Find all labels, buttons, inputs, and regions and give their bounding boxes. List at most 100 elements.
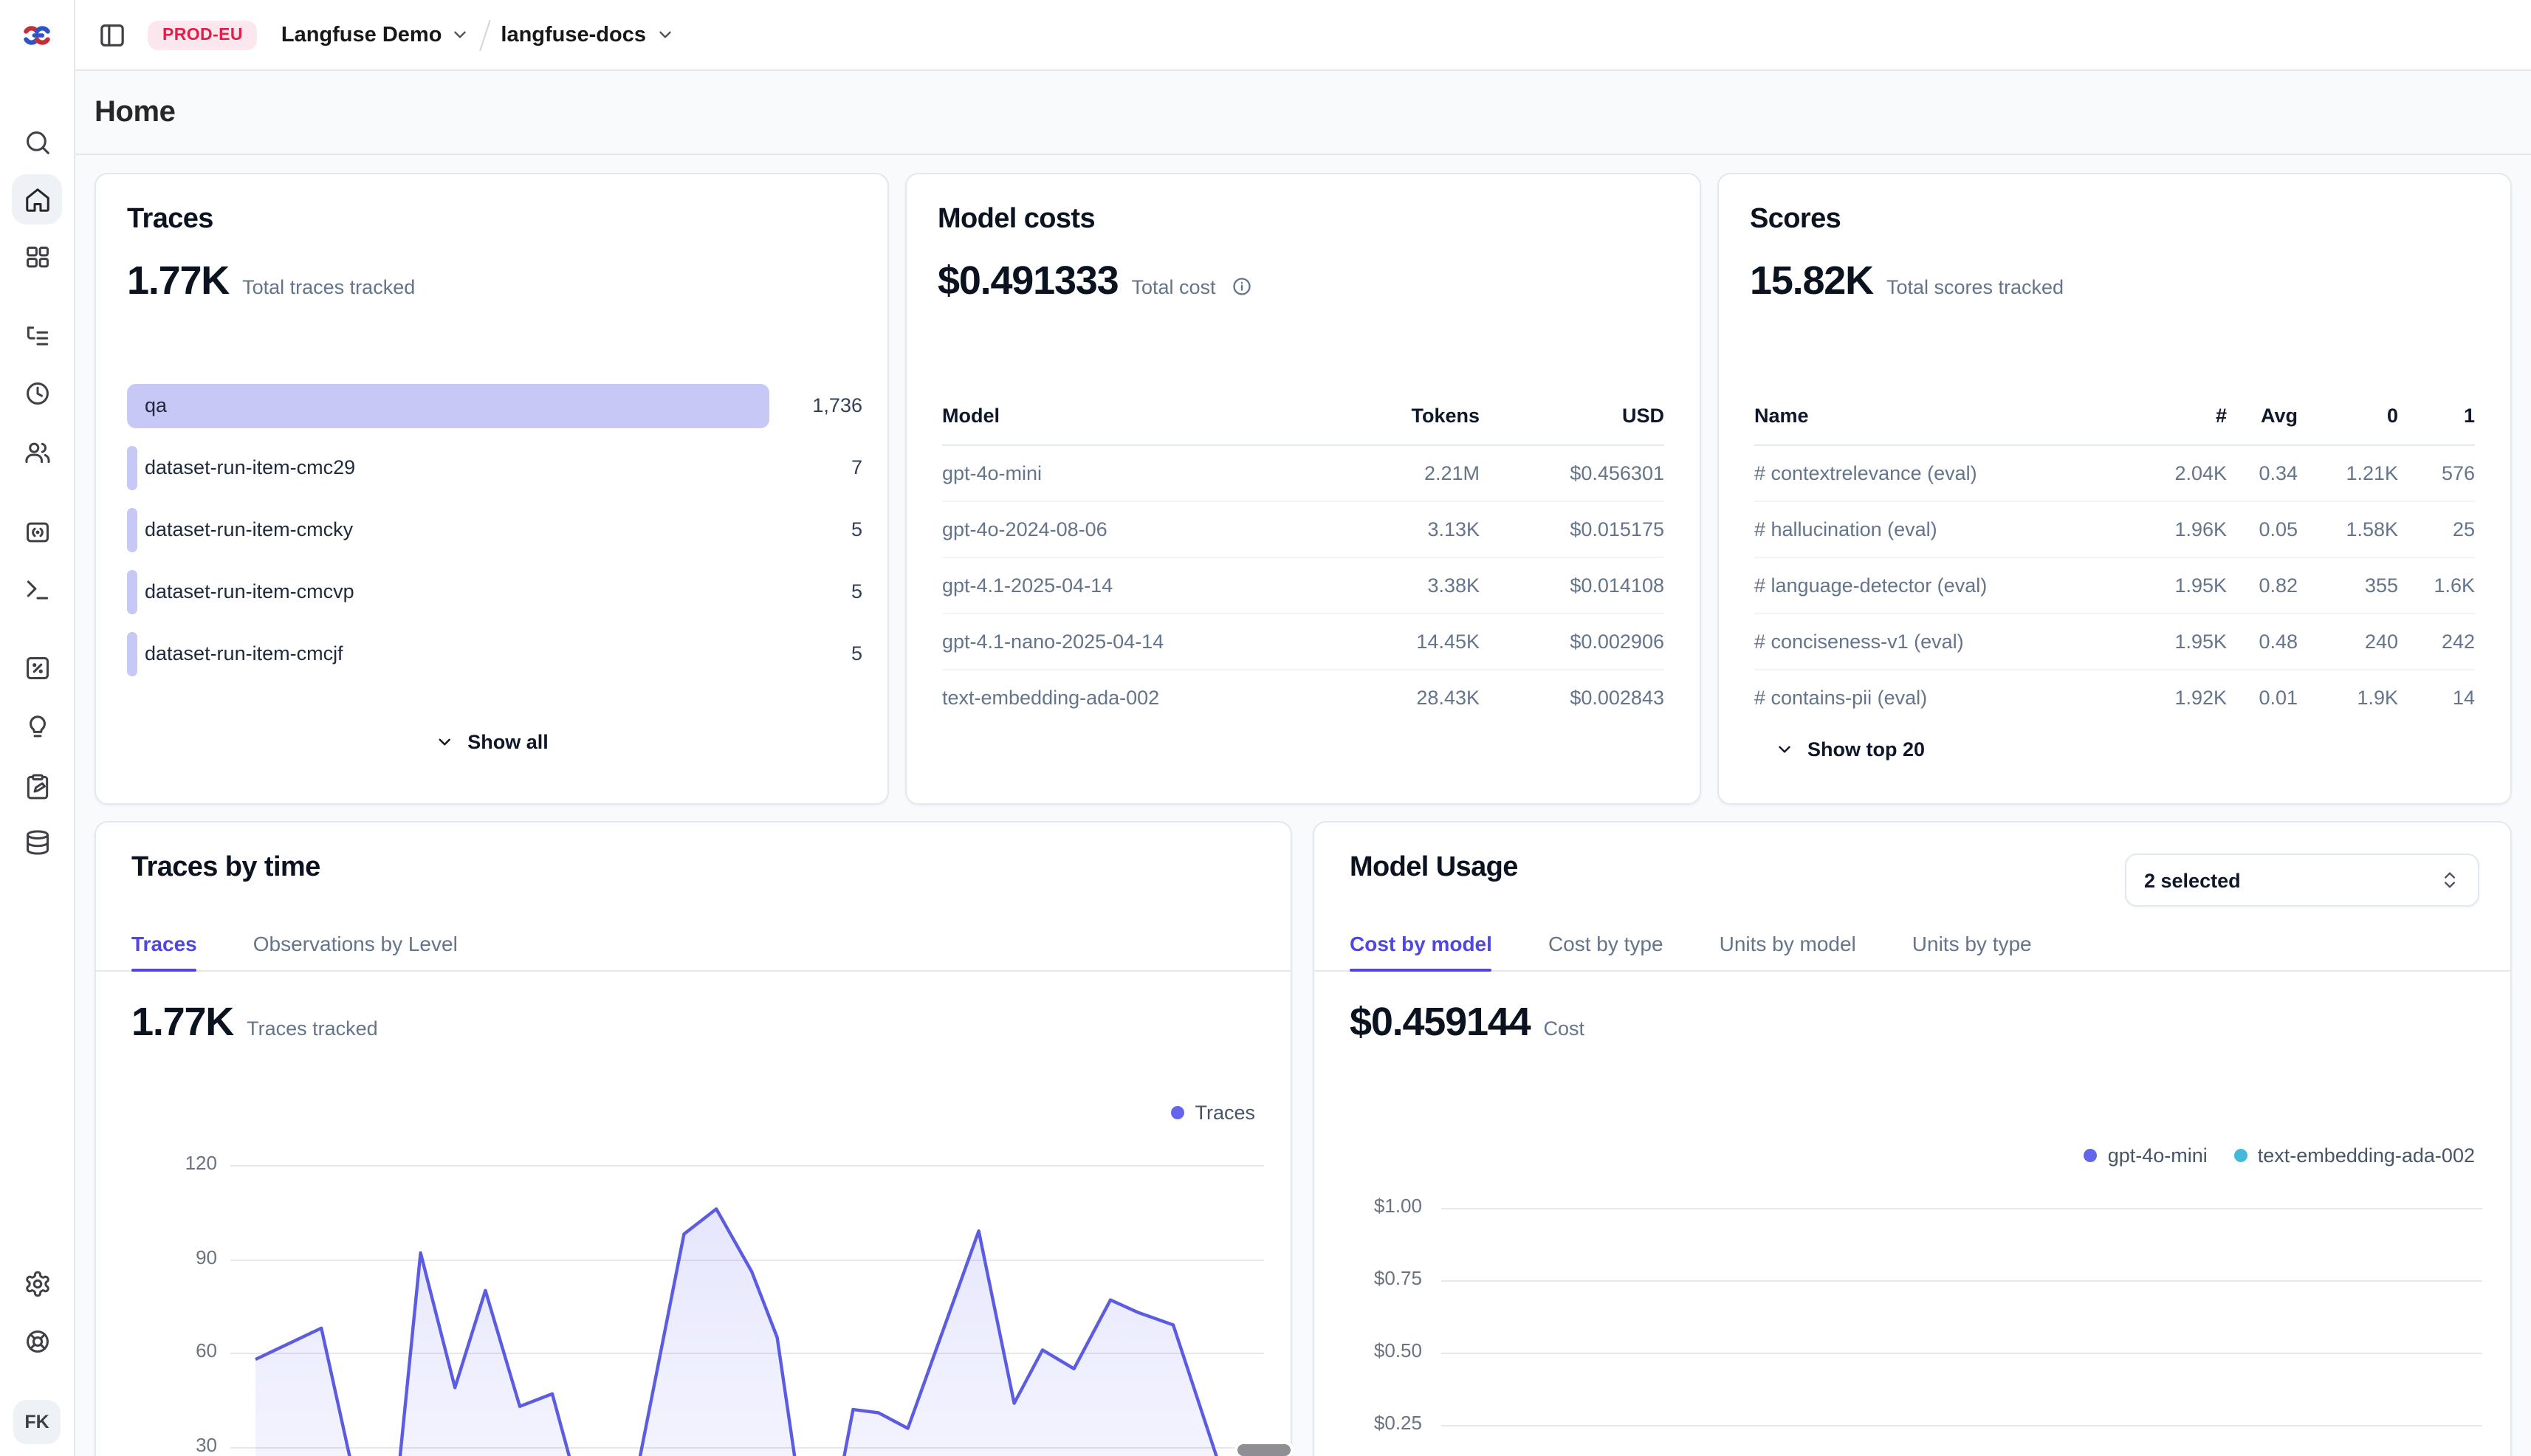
sidebar: FK — [0, 0, 75, 1456]
show-top-20-button[interactable]: Show top 20 — [1775, 738, 1925, 760]
list-item: dataset-run-item-cmcky 5 — [127, 508, 862, 552]
settings-gear-icon[interactable] — [0, 1258, 74, 1308]
cell-usd: $0.456301 — [1480, 462, 1664, 484]
organization-switcher[interactable]: Langfuse Demo — [281, 23, 470, 47]
sidebar-toggle-icon[interactable] — [97, 20, 127, 49]
cell-name: # conciseness-v1 (eval) — [1754, 631, 2138, 653]
y-tick: 60 — [126, 1339, 217, 1361]
cell-avg: 0.34 — [2227, 462, 2298, 484]
model-usage-title: Model Usage — [1350, 852, 1518, 885]
list-item: dataset-run-item-cmcvp 5 — [127, 570, 862, 614]
table-row: # contains-pii (eval) 1.92K 0.01 1.9K 14 — [1754, 670, 2475, 725]
column-header: Model — [942, 405, 1310, 427]
table-row: text-embedding-ada-002 28.43K $0.002843 — [942, 670, 1664, 725]
legend-item: Traces — [1171, 1102, 1255, 1124]
cost-metric-value: $0.459144 — [1350, 1000, 1530, 1045]
show-all-button[interactable]: Show all — [435, 731, 549, 753]
list-item-label: dataset-run-item-cmc29 — [145, 446, 355, 490]
gridline — [1441, 1280, 2482, 1282]
list-item-value: 5 — [851, 570, 862, 614]
gridline — [1441, 1425, 2482, 1426]
evaluation-percent-icon[interactable] — [0, 642, 74, 693]
scrollbar-thumb[interactable] — [1234, 1441, 1294, 1456]
chevron-down-icon — [435, 732, 454, 752]
search-icon[interactable] — [0, 117, 74, 167]
column-header: USD — [1480, 405, 1664, 427]
table-row: # contextrelevance (eval) 2.04K 0.34 1.2… — [1754, 446, 2475, 502]
traces-list: qa 1,736 dataset-run-item-cmc29 7 datase… — [127, 384, 862, 694]
value-bar — [127, 570, 137, 614]
table-header: Name # Avg 0 1 — [1754, 405, 2475, 446]
traces-tracked-metric: 1.77K Traces tracked — [131, 1000, 378, 1045]
dashboards-icon[interactable] — [0, 232, 74, 282]
langfuse-logo-icon — [21, 19, 53, 52]
playground-terminal-icon[interactable] — [0, 564, 74, 614]
cell-model: gpt-4o-2024-08-06 — [942, 518, 1310, 540]
home-icon[interactable] — [0, 174, 74, 224]
y-tick: $0.25 — [1330, 1412, 1422, 1434]
app-window: FK PROD-EU Langfuse Demo langfuse-docs H… — [0, 0, 2531, 1456]
list-item-label: dataset-run-item-cmcjf — [145, 632, 343, 676]
gridline — [1441, 1208, 2482, 1209]
column-header: 1 — [2398, 405, 2475, 427]
tab-cost-by-type[interactable]: Cost by type — [1548, 917, 1663, 970]
legend-dot-icon — [1171, 1106, 1184, 1119]
traces-by-time-tabs: Traces Observations by Level — [96, 917, 1291, 972]
users-icon[interactable] — [0, 427, 74, 477]
scores-metric-label: Total scores tracked — [1886, 276, 2064, 298]
traces-metric: 1.77K Total traces tracked — [127, 258, 415, 304]
list-item: dataset-run-item-cmcjf 5 — [127, 632, 862, 676]
tab-traces[interactable]: Traces — [131, 917, 197, 970]
cell-avg: 0.82 — [2227, 574, 2298, 597]
tab-units-by-model[interactable]: Units by model — [1720, 917, 1856, 970]
cell-count: 1.95K — [2138, 631, 2227, 653]
sessions-clock-icon[interactable] — [0, 368, 74, 418]
column-header: Avg — [2227, 405, 2298, 427]
cell-tokens: 14.45K — [1310, 631, 1480, 653]
model-costs-metric: $0.491333 Total cost — [938, 258, 1253, 304]
table-row: # hallucination (eval) 1.96K 0.05 1.58K … — [1754, 502, 2475, 558]
cell-usd: $0.015175 — [1480, 518, 1664, 540]
cell-model: text-embedding-ada-002 — [942, 687, 1310, 709]
project-switcher[interactable]: langfuse-docs — [501, 23, 674, 47]
list-item-label: dataset-run-item-cmcky — [145, 508, 353, 552]
tab-cost-by-model[interactable]: Cost by model — [1350, 917, 1492, 970]
support-lifebuoy-icon[interactable] — [0, 1316, 74, 1366]
list-item-value: 7 — [851, 446, 862, 490]
cell-one: 14 — [2398, 687, 2475, 709]
traces-card: Traces 1.77K Total traces tracked qa 1,7… — [95, 173, 889, 805]
y-tick: 30 — [126, 1434, 217, 1456]
cell-usd: $0.002906 — [1480, 631, 1664, 653]
traces-by-time-title: Traces by time — [131, 852, 320, 885]
model-costs-metric-label: Total cost — [1131, 276, 1215, 298]
tab-observations-by-level[interactable]: Observations by Level — [253, 917, 458, 970]
table-row: # conciseness-v1 (eval) 1.95K 0.48 240 2… — [1754, 614, 2475, 670]
project-name: langfuse-docs — [501, 23, 646, 47]
chevron-down-icon — [655, 25, 674, 44]
cell-zero: 240 — [2298, 631, 2398, 653]
prompts-icon[interactable] — [0, 506, 74, 557]
cell-avg: 0.01 — [2227, 687, 2298, 709]
cell-model: gpt-4.1-2025-04-14 — [942, 574, 1310, 597]
traces-metric-value: 1.77K — [127, 258, 229, 304]
annotation-lightbulb-icon[interactable] — [0, 701, 74, 752]
avatar[interactable]: FK — [13, 1400, 61, 1444]
topbar: PROD-EU Langfuse Demo langfuse-docs — [75, 0, 2531, 71]
chevron-down-icon — [450, 25, 470, 44]
cell-one: 576 — [2398, 462, 2475, 484]
tracing-icon[interactable] — [0, 310, 74, 360]
traces-tracked-label: Traces tracked — [247, 1017, 378, 1040]
list-item: dataset-run-item-cmc29 7 — [127, 446, 862, 490]
gridline — [1441, 1353, 2482, 1354]
info-icon[interactable] — [1232, 276, 1253, 297]
tab-units-by-type[interactable]: Units by type — [1912, 917, 2032, 970]
database-icon[interactable] — [0, 817, 74, 867]
model-select[interactable]: 2 selected — [2125, 854, 2479, 907]
legend-dot-icon — [2084, 1149, 2098, 1162]
environment-badge[interactable]: PROD-EU — [148, 20, 258, 49]
datasets-clipboard-icon[interactable] — [0, 760, 74, 811]
cost-metric-label: Cost — [1543, 1017, 1584, 1040]
cell-name: # language-detector (eval) — [1754, 574, 2138, 597]
cell-count: 1.92K — [2138, 687, 2227, 709]
model-costs-card: Model costs $0.491333 Total cost Model T… — [905, 173, 1701, 805]
